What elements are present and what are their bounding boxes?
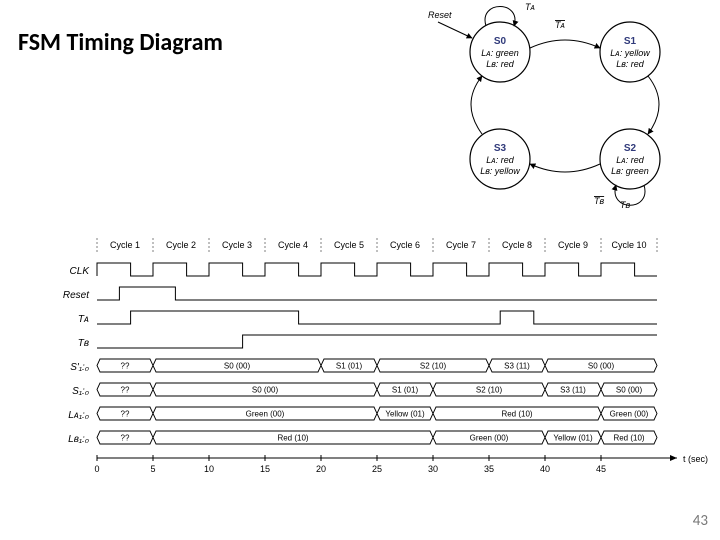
bus-value: Red (10) xyxy=(613,434,644,443)
state-s3-l2: Lʙ: yellow xyxy=(480,166,520,176)
cycle-label: Cycle 7 xyxy=(446,240,476,250)
bus-value: Green (00) xyxy=(246,410,285,419)
bus-value: ?? xyxy=(121,362,130,371)
fsm-state-diagram: S0 Lᴀ: green Lʙ: red S1 Lᴀ: yellow Lʙ: r… xyxy=(430,4,710,204)
bus-value: Yellow (01) xyxy=(385,410,425,419)
bus-value: S3 (11) xyxy=(560,386,586,395)
bus-value: Red (10) xyxy=(277,434,308,443)
page-title: FSM Timing Diagram xyxy=(18,30,223,56)
reset-label: Reset xyxy=(428,10,452,20)
state-s0-l2: Lʙ: red xyxy=(486,59,515,69)
tick-label: 0 xyxy=(94,464,99,474)
tick-label: 5 xyxy=(150,464,155,474)
bus-value: S2 (10) xyxy=(476,386,503,395)
signal-label: Tʙ xyxy=(78,338,89,349)
tick-label: 10 xyxy=(204,464,214,474)
tick-label: 30 xyxy=(428,464,438,474)
timing-diagram: Cycle 1 Cycle 2 Cycle 3 Cycle 4 Cycle 5 Cycle… xyxy=(35,238,695,504)
state-s2-l1: Lᴀ: red xyxy=(616,155,645,165)
signal-wave xyxy=(97,311,657,324)
cycle-label: Cycle 1 xyxy=(110,240,140,250)
state-s3-name: S3 xyxy=(494,143,507,154)
state-s0-name: S0 xyxy=(494,36,507,47)
signal-wave xyxy=(97,287,657,300)
bus-value: ?? xyxy=(121,410,130,419)
bus-value: ?? xyxy=(121,434,130,443)
tick-label: 20 xyxy=(316,464,326,474)
cycle-label: Cycle 2 xyxy=(166,240,196,250)
tick-label: 25 xyxy=(372,464,382,474)
axis-label: t (sec) xyxy=(683,454,708,464)
bus-value: Green (00) xyxy=(470,434,509,443)
signal-label: Lʙ₁:₀ xyxy=(68,434,89,445)
bus-value: S1 (01) xyxy=(336,362,363,371)
state-s2-name: S2 xyxy=(624,143,637,154)
slide: FSM Timing Diagram 43 S0 Lᴀ: green Lʙ: r… xyxy=(0,0,720,540)
state-s0-l1: Lᴀ: green xyxy=(481,48,519,58)
tick-label: 35 xyxy=(484,464,494,474)
bus-value: ?? xyxy=(121,386,130,395)
bus-value: S2 (10) xyxy=(420,362,447,371)
state-s1-l2: Lʙ: red xyxy=(616,59,645,69)
cycle-label: Cycle 5 xyxy=(334,240,364,250)
signal-label: S'₁:₀ xyxy=(70,362,89,373)
signal-label: Lᴀ₁:₀ xyxy=(68,410,89,421)
state-s1-name: S1 xyxy=(624,36,637,47)
signal-label: CLK xyxy=(70,266,91,277)
state-s2-l2: Lʙ: green xyxy=(611,166,649,176)
signal-label: Reset xyxy=(63,290,90,301)
bus-value: S3 (11) xyxy=(504,362,530,371)
s0-s1-lbl: Tᴀ xyxy=(555,20,565,30)
clk-wave xyxy=(97,263,657,276)
cycle-label: Cycle 4 xyxy=(278,240,308,250)
bus-value: S1 (01) xyxy=(392,386,419,395)
s2-loop-lbl: Tʙ xyxy=(620,200,630,210)
bus-value: S0 (00) xyxy=(588,362,615,371)
cycle-label: Cycle 9 xyxy=(558,240,588,250)
bus-value: S0 (00) xyxy=(252,386,279,395)
s0-loop-lbl: Tᴀ xyxy=(525,2,535,12)
bus-value: S0 (00) xyxy=(616,386,643,395)
state-s3-l1: Lᴀ: red xyxy=(486,155,515,165)
signal-label: S₁:₀ xyxy=(72,386,89,397)
signal-wave xyxy=(97,335,657,348)
page-number: 43 xyxy=(693,512,708,530)
bus-value: Green (00) xyxy=(610,410,649,419)
state-s1-l1: Lᴀ: yellow xyxy=(610,48,650,58)
cycle-label: Cycle 8 xyxy=(502,240,532,250)
bus-value: Yellow (01) xyxy=(553,434,593,443)
cycle-label: Cycle 10 xyxy=(611,240,646,250)
axis-arrow-icon xyxy=(670,455,677,461)
s2-s3-lbl: Tʙ xyxy=(594,196,604,206)
tick-label: 15 xyxy=(260,464,270,474)
tick-label: 45 xyxy=(596,464,606,474)
cycle-label: Cycle 6 xyxy=(390,240,420,250)
bus-value: S0 (00) xyxy=(224,362,251,371)
cycle-label: Cycle 3 xyxy=(222,240,252,250)
bus-value: Red (10) xyxy=(501,410,532,419)
tick-label: 40 xyxy=(540,464,550,474)
signal-label: Tᴀ xyxy=(78,314,89,325)
